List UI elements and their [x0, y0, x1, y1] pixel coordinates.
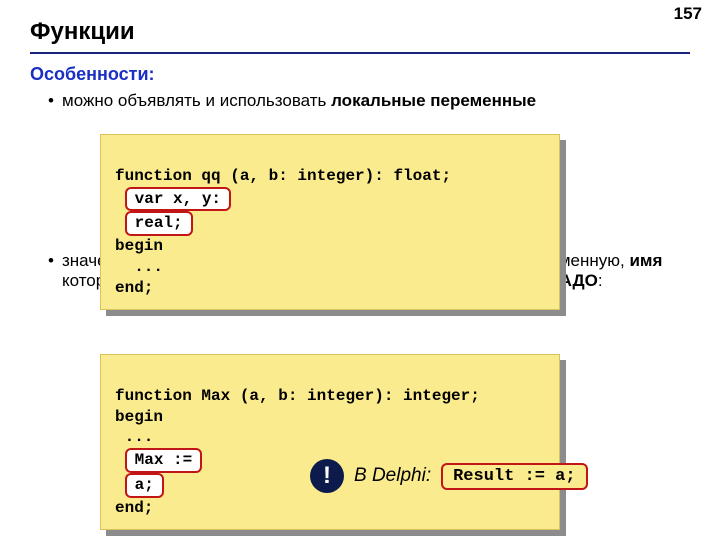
- feature2-bold1: имя: [629, 251, 662, 270]
- feature2-end: :: [598, 271, 603, 290]
- code1-line4: begin: [115, 237, 163, 255]
- code2-line6: end;: [115, 499, 153, 517]
- delphi-label: В Delphi:: [354, 465, 431, 487]
- feature1-bold: локальные переменные: [331, 91, 536, 110]
- feature1-text: можно объявлять и использовать: [62, 91, 331, 110]
- code1-line6: end;: [115, 279, 153, 297]
- page-number: 157: [674, 4, 702, 24]
- code2-line3: ...: [115, 428, 153, 446]
- page-title: Функции: [0, 0, 720, 52]
- feature-item-1: можно объявлять и использовать локальные…: [48, 91, 690, 111]
- code2-line1: function Max (a, b: integer): integer;: [115, 387, 480, 405]
- code1-line1: function qq (a, b: integer): float;: [115, 167, 451, 185]
- title-rule: [30, 52, 690, 54]
- code-block-1: function qq (a, b: integer): float; var …: [100, 134, 560, 310]
- code-box: function qq (a, b: integer): float; var …: [100, 134, 560, 310]
- code1-highlight-1: var x, y:: [125, 187, 231, 212]
- code2-highlight-2: a;: [125, 473, 164, 498]
- delphi-note: ! В Delphi: Result := a;: [310, 459, 588, 493]
- code2-highlight-1: Max :=: [125, 448, 203, 473]
- exclamation-icon: !: [310, 459, 344, 493]
- code-block-2: function Max (a, b: integer): integer; b…: [100, 354, 560, 530]
- code2-line2: begin: [115, 408, 163, 426]
- code-box: function Max (a, b: integer): integer; b…: [100, 354, 560, 530]
- code1-line5: ...: [115, 258, 163, 276]
- content-area: Особенности: можно объявлять и использов…: [0, 64, 720, 291]
- code1-highlight-2: real;: [125, 211, 193, 236]
- subheading: Особенности:: [30, 64, 690, 85]
- result-box: Result := a;: [441, 463, 587, 490]
